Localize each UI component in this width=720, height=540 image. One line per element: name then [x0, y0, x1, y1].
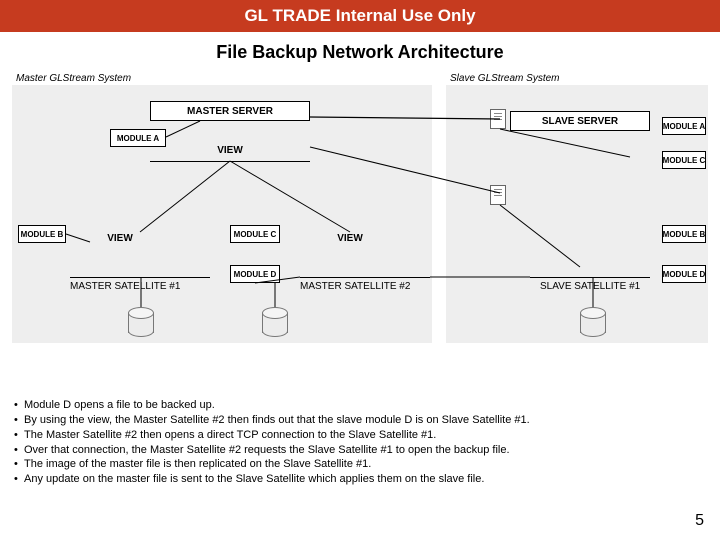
caption-slave: Slave GLStream System — [450, 73, 559, 84]
panel-master — [12, 85, 432, 343]
bullet-item: Module D opens a file to be backed up. — [14, 398, 706, 413]
caption-master: Master GLStream System — [16, 73, 131, 84]
slave-sat1-line — [530, 277, 650, 278]
view-master-server: VIEW — [200, 145, 260, 156]
slave-sat1-text: SLAVE SATELLITE #1 — [540, 281, 640, 292]
module-b-left: MODULE B — [18, 225, 66, 243]
bullet-item: The image of the master file is then rep… — [14, 457, 706, 472]
db-icon-sat2 — [262, 307, 288, 337]
module-c-mid: MODULE C — [230, 225, 280, 243]
view-master-sat1: VIEW — [90, 233, 150, 244]
bullet-item: The Master Satellite #2 then opens a dir… — [14, 428, 706, 443]
module-c-right: MODULE C — [662, 151, 706, 169]
bullet-item: Over that connection, the Master Satelli… — [14, 443, 706, 458]
module-a-right: MODULE A — [662, 117, 706, 135]
page-number: 5 — [695, 512, 704, 530]
page-title: File Backup Network Architecture — [0, 32, 720, 67]
file-icon-mid — [490, 185, 506, 205]
bullet-item: Any update on the master file is sent to… — [14, 472, 706, 487]
diagram-canvas: Master GLStream System Slave GLStream Sy… — [0, 67, 720, 377]
module-a-left: MODULE A — [110, 129, 166, 147]
master-server: MASTER SERVER — [150, 101, 310, 121]
master-sat2-text: MASTER SATELLITE #2 — [300, 281, 410, 292]
db-icon-sat1 — [128, 307, 154, 337]
file-icon-top — [490, 109, 506, 129]
header-bar: GL TRADE Internal Use Only — [0, 0, 720, 32]
master-sat2-line — [300, 277, 430, 278]
module-b-right: MODULE B — [662, 225, 706, 243]
view-master-sat2: VIEW — [320, 233, 380, 244]
master-sat1-line — [70, 277, 210, 278]
master-sat1-text: MASTER SATELLITE #1 — [70, 281, 180, 292]
master-server-line — [150, 161, 310, 162]
db-icon-slave — [580, 307, 606, 337]
module-d-mid: MODULE D — [230, 265, 280, 283]
module-d-right: MODULE D — [662, 265, 706, 283]
bullet-item: By using the view, the Master Satellite … — [14, 413, 706, 428]
slave-server: SLAVE SERVER — [510, 111, 650, 131]
bullet-list: Module D opens a file to be backed up. B… — [14, 398, 706, 487]
